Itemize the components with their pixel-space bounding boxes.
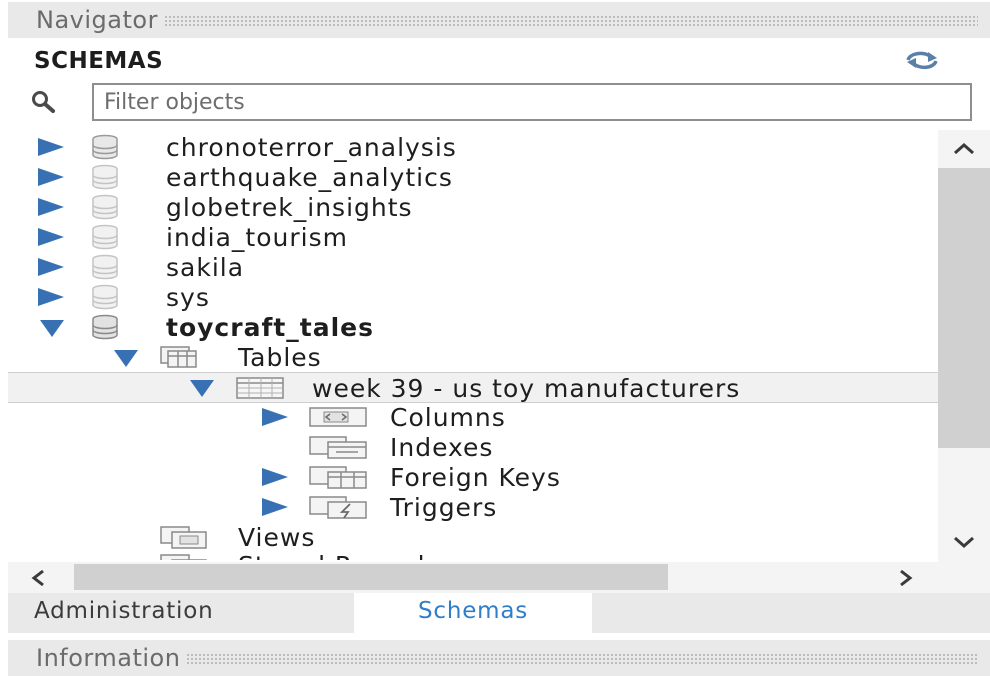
scroll-right-icon[interactable] bbox=[898, 568, 914, 588]
triggers-icon bbox=[309, 496, 367, 519]
schema-item-active[interactable]: toycraft_tales bbox=[8, 312, 938, 342]
stored-procedures-label: Stored Procedures bbox=[238, 551, 484, 560]
schema-label: globetrek_insights bbox=[166, 193, 413, 222]
table-child-label: Indexes bbox=[390, 433, 494, 462]
views-icon bbox=[160, 526, 207, 549]
indexes-icon bbox=[309, 436, 367, 459]
expand-arrow-icon[interactable] bbox=[262, 498, 288, 516]
database-icon bbox=[92, 224, 118, 250]
schema-item[interactable]: earthquake_analytics bbox=[8, 162, 938, 192]
search-icon bbox=[32, 91, 55, 113]
schema-label: india_tourism bbox=[166, 223, 348, 252]
navigator-header: Navigator bbox=[8, 2, 990, 38]
foreign-keys-icon bbox=[309, 466, 367, 489]
columns-icon bbox=[309, 407, 367, 427]
tab-bar: Administration Schemas bbox=[8, 593, 990, 633]
indexes-node[interactable]: Indexes bbox=[8, 432, 938, 462]
table-label: week 39 - us toy manufacturers bbox=[312, 374, 741, 403]
horizontal-scrollbar[interactable] bbox=[8, 562, 938, 594]
schema-item[interactable]: sakila bbox=[8, 252, 938, 282]
information-header: Information bbox=[8, 640, 990, 676]
expand-arrow-icon[interactable] bbox=[38, 138, 64, 156]
schemas-bar: SCHEMAS bbox=[8, 40, 990, 82]
expand-arrow-icon[interactable] bbox=[38, 228, 64, 246]
database-icon bbox=[92, 134, 118, 160]
foreign-keys-node[interactable]: Foreign Keys bbox=[8, 462, 938, 492]
schema-tree[interactable]: chronoterror_analysis earthquake_analyti… bbox=[8, 130, 938, 560]
expand-arrow-icon[interactable] bbox=[38, 258, 64, 276]
schema-label: sys bbox=[166, 283, 210, 312]
views-folder[interactable]: Views bbox=[8, 522, 938, 552]
tables-folder-icon bbox=[160, 346, 197, 368]
schema-label: sakila bbox=[166, 253, 245, 282]
stored-procedures-folder[interactable]: Stored Procedures bbox=[8, 550, 938, 560]
views-label: Views bbox=[238, 523, 316, 552]
vertical-scroll-thumb[interactable] bbox=[938, 168, 990, 448]
schema-label: toycraft_tales bbox=[166, 313, 374, 342]
collapse-arrow-icon[interactable] bbox=[40, 320, 64, 337]
schema-item[interactable]: sys bbox=[8, 282, 938, 312]
database-icon bbox=[92, 314, 118, 340]
database-icon bbox=[92, 164, 118, 190]
table-icon bbox=[236, 377, 284, 399]
table-child-label: Columns bbox=[390, 403, 506, 432]
table-child-label: Triggers bbox=[390, 493, 498, 522]
collapse-arrow-icon[interactable] bbox=[114, 350, 138, 367]
expand-arrow-icon[interactable] bbox=[262, 408, 288, 426]
schema-label: earthquake_analytics bbox=[166, 163, 453, 192]
header-grip bbox=[186, 652, 978, 664]
tab-schemas[interactable]: Schemas bbox=[354, 593, 592, 633]
database-icon bbox=[92, 254, 118, 280]
schema-item[interactable]: globetrek_insights bbox=[8, 192, 938, 222]
collapse-arrow-icon[interactable] bbox=[190, 380, 214, 397]
scrollbar-corner bbox=[938, 562, 990, 594]
header-grip bbox=[163, 14, 978, 26]
horizontal-scroll-thumb[interactable] bbox=[74, 564, 668, 590]
scroll-up-icon[interactable] bbox=[952, 140, 976, 156]
information-title: Information bbox=[36, 644, 181, 672]
triggers-node[interactable]: Triggers bbox=[8, 492, 938, 522]
expand-arrow-icon[interactable] bbox=[262, 468, 288, 486]
table-item-selected[interactable]: week 39 - us toy manufacturers bbox=[8, 372, 938, 403]
schemas-title: SCHEMAS bbox=[34, 48, 164, 74]
vertical-scrollbar[interactable] bbox=[938, 130, 990, 562]
refresh-icon[interactable] bbox=[904, 50, 940, 70]
schema-item[interactable]: india_tourism bbox=[8, 222, 938, 252]
tables-label: Tables bbox=[238, 343, 322, 372]
schema-item[interactable]: chronoterror_analysis bbox=[8, 132, 938, 162]
columns-node[interactable]: Columns bbox=[8, 402, 938, 432]
expand-arrow-icon[interactable] bbox=[38, 198, 64, 216]
expand-arrow-icon[interactable] bbox=[38, 288, 64, 306]
scroll-down-icon[interactable] bbox=[952, 534, 976, 550]
navigator-title: Navigator bbox=[36, 6, 158, 34]
expand-arrow-icon[interactable] bbox=[38, 168, 64, 186]
filter-objects-input[interactable] bbox=[92, 83, 972, 121]
database-icon bbox=[92, 284, 118, 310]
scroll-left-icon[interactable] bbox=[30, 568, 46, 588]
database-icon bbox=[92, 194, 118, 220]
stored-procedures-icon bbox=[160, 554, 207, 560]
schema-label: chronoterror_analysis bbox=[166, 133, 457, 162]
table-child-label: Foreign Keys bbox=[390, 463, 561, 492]
tables-folder[interactable]: Tables bbox=[8, 342, 938, 372]
tab-administration[interactable]: Administration bbox=[8, 593, 354, 633]
